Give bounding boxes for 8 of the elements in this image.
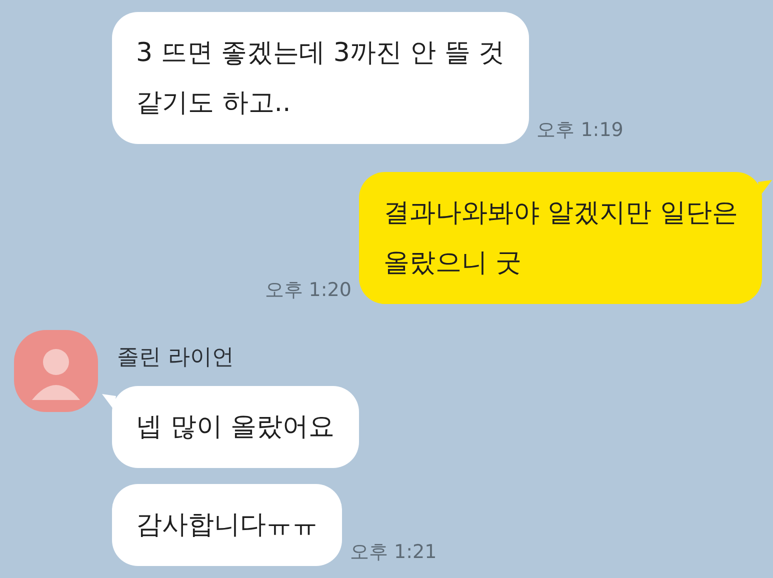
- message-bubble: 3 뜨면 좋겠는데 3까진 안 뜰 것 같기도 하고..: [112, 12, 529, 144]
- message-bubble: 넵 많이 올랐어요: [112, 386, 359, 468]
- message-bubble: 결과나와봐야 알겠지만 일단은 올랐으니 굿: [359, 172, 762, 304]
- message-bubble: 감사합니다ㅠㅠ: [112, 484, 342, 566]
- message-time: 오후 1:20: [264, 278, 352, 302]
- sender-name: 졸린 라이언: [117, 344, 234, 372]
- message-time: 오후 1:21: [350, 540, 437, 564]
- message-time: 오후 1:19: [536, 118, 624, 142]
